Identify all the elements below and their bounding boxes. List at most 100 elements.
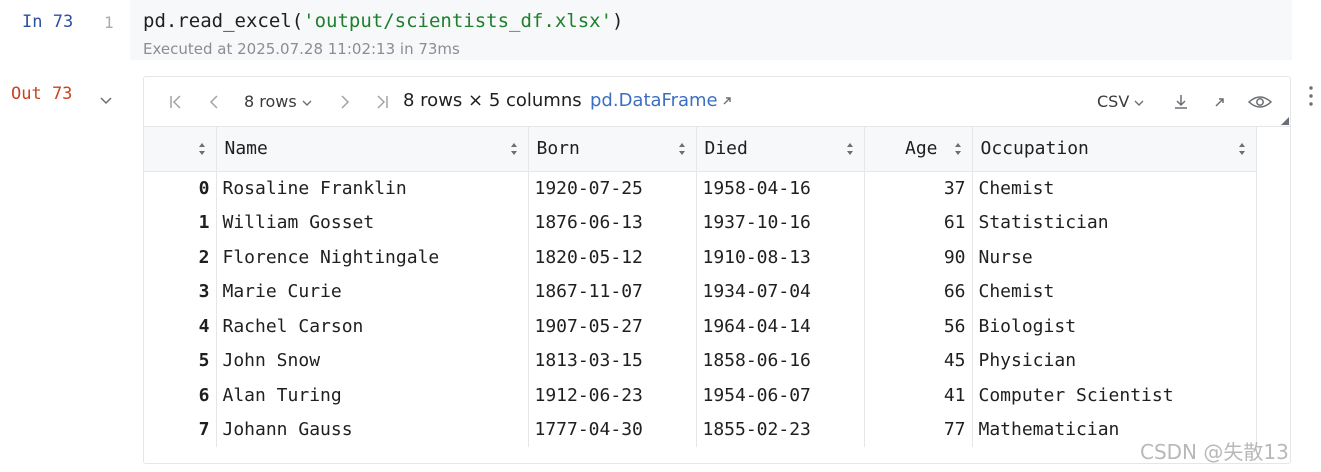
cell-occupation[interactable]: Nurse — [972, 240, 1257, 275]
dataframe-shape: 8 rows × 5 columns — [403, 90, 582, 111]
table-header-row: Name Born Died Age Occupation — [144, 127, 1257, 172]
cell-name[interactable]: Florence Nightingale — [216, 240, 529, 275]
input-cell-label: In 73 — [22, 12, 74, 32]
cell-occupation[interactable]: Physician — [972, 343, 1257, 378]
table-row: 6 Alan Turing 1912-06-23 1954-06-07 41 Comput… — [144, 378, 1257, 413]
row-index: 0 — [144, 171, 217, 206]
execution-info: Executed at 2025.07.28 11:02:13 in 73ms — [143, 40, 460, 58]
table-row: 3 Marie Curie 1867-11-07 1934-07-04 66 Chemis… — [144, 274, 1257, 309]
next-page-icon[interactable] — [335, 92, 355, 112]
column-header-occupation[interactable]: Occupation — [972, 127, 1257, 172]
cell-name[interactable]: William Gosset — [216, 205, 529, 240]
collapse-output-chevron-icon[interactable] — [98, 92, 114, 108]
cell-born[interactable]: 1912-06-23 — [528, 378, 697, 413]
table-row: 7 Johann Gauss 1777-04-30 1855-02-23 77 Mathe… — [144, 412, 1257, 447]
rows-per-page-value: 8 rows — [244, 92, 297, 111]
cell-died[interactable]: 1934-07-04 — [696, 274, 865, 309]
code-suffix: ) — [612, 10, 624, 32]
column-header-index[interactable] — [144, 127, 217, 172]
cell-age[interactable]: 90 — [864, 240, 973, 275]
line-number: 1 — [104, 13, 114, 32]
export-format-select[interactable]: CSV — [1097, 92, 1145, 111]
expand-output-icon[interactable] — [1210, 92, 1230, 112]
row-index: 3 — [144, 274, 217, 309]
sort-icon[interactable] — [954, 142, 962, 156]
open-external-arrow-icon — [723, 97, 731, 105]
cell-age[interactable]: 56 — [864, 309, 973, 344]
cell-born[interactable]: 1820-05-12 — [528, 240, 697, 275]
sort-icon[interactable] — [510, 142, 518, 156]
cell-name[interactable]: Johann Gauss — [216, 412, 529, 447]
cell-name[interactable]: John Snow — [216, 343, 529, 378]
table-row: 0 Rosaline Franklin 1920-07-25 1958-04-16 37… — [144, 171, 1257, 206]
cell-occupation[interactable]: Biologist — [972, 309, 1257, 344]
cell-age[interactable]: 61 — [864, 205, 973, 240]
cell-name[interactable]: Marie Curie — [216, 274, 529, 309]
cell-age[interactable]: 45 — [864, 343, 973, 378]
more-options-icon[interactable] — [1306, 84, 1316, 108]
dataframe-table: Name Born Died Age Occupation 0 Rosaline … — [144, 127, 1257, 447]
cell-age[interactable]: 66 — [864, 274, 973, 309]
cell-died[interactable]: 1937-10-16 — [696, 205, 865, 240]
sort-icon[interactable] — [1238, 142, 1246, 156]
column-header-died[interactable]: Died — [696, 127, 865, 172]
cell-name[interactable]: Alan Turing — [216, 378, 529, 413]
table-row: 1 William Gosset 1876-06-13 1937-10-16 61 Sta… — [144, 205, 1257, 240]
cell-died[interactable]: 1858-06-16 — [696, 343, 865, 378]
first-page-icon[interactable] — [166, 92, 186, 112]
cell-born[interactable]: 1876-06-13 — [528, 205, 697, 240]
watermark: CSDN @失散13 — [1140, 440, 1289, 464]
cell-died[interactable]: 1855-02-23 — [696, 412, 865, 447]
code-line[interactable]: pd.read_excel('output/scientists_df.xlsx… — [143, 10, 623, 32]
row-index: 1 — [144, 205, 217, 240]
row-index: 2 — [144, 240, 217, 275]
row-index: 4 — [144, 309, 217, 344]
table-row: 2 Florence Nightingale 1820-05-12 1910-08-1… — [144, 240, 1257, 275]
code-cell-input[interactable]: pd.read_excel('output/scientists_df.xlsx… — [130, 0, 1292, 60]
rows-per-page-select[interactable]: 8 rows — [244, 92, 313, 111]
cell-died[interactable]: 1958-04-16 — [696, 171, 865, 206]
cell-age[interactable]: 77 — [864, 412, 973, 447]
output-cell-label: Out 73 — [11, 84, 73, 104]
cell-age[interactable]: 37 — [864, 171, 973, 206]
table-row: 5 John Snow 1813-03-15 1858-06-16 45 Physicia… — [144, 343, 1257, 378]
cell-born[interactable]: 1813-03-15 — [528, 343, 697, 378]
code-prefix: pd.read_excel( — [143, 10, 304, 32]
cell-died[interactable]: 1910-08-13 — [696, 240, 865, 275]
row-index: 6 — [144, 378, 217, 413]
cell-died[interactable]: 1954-06-07 — [696, 378, 865, 413]
column-header-born[interactable]: Born — [528, 127, 697, 172]
row-index: 5 — [144, 343, 217, 378]
cell-died[interactable]: 1964-04-14 — [696, 309, 865, 344]
table-row: 4 Rachel Carson 1907-05-27 1964-04-14 56 Biol… — [144, 309, 1257, 344]
cell-born[interactable]: 1907-05-27 — [528, 309, 697, 344]
cell-age[interactable]: 41 — [864, 378, 973, 413]
chevron-down-icon — [302, 100, 312, 106]
chevron-down-icon — [1134, 100, 1144, 106]
code-string-literal: 'output/scientists_df.xlsx' — [303, 10, 613, 32]
cell-name[interactable]: Rosaline Franklin — [216, 171, 529, 206]
previous-page-icon[interactable] — [204, 92, 224, 112]
cell-name[interactable]: Rachel Carson — [216, 309, 529, 344]
dataframe-type-link[interactable]: pd.DataFrame — [590, 90, 734, 111]
dataframe-toolbar: 8 rows 8 rows × 5 columns pd.DataFrame C… — [144, 77, 1290, 127]
visibility-eye-icon[interactable] — [1247, 92, 1273, 112]
last-page-icon[interactable] — [372, 92, 392, 112]
cell-occupation[interactable]: Chemist — [972, 274, 1257, 309]
cell-occupation[interactable]: Chemist — [972, 171, 1257, 206]
cell-born[interactable]: 1777-04-30 — [528, 412, 697, 447]
dataframe-type-label: pd.DataFrame — [590, 90, 718, 111]
sort-icon[interactable] — [846, 142, 854, 156]
resize-corner-icon[interactable] — [1281, 117, 1289, 125]
export-format-value: CSV — [1097, 92, 1130, 111]
cell-born[interactable]: 1867-11-07 — [528, 274, 697, 309]
column-header-age[interactable]: Age — [864, 127, 973, 172]
download-icon[interactable] — [1171, 92, 1191, 112]
cell-occupation[interactable]: Statistician — [972, 205, 1257, 240]
column-header-name[interactable]: Name — [216, 127, 529, 172]
sort-icon[interactable] — [198, 142, 206, 156]
cell-occupation[interactable]: Computer Scientist — [972, 378, 1257, 413]
cell-born[interactable]: 1920-07-25 — [528, 171, 697, 206]
row-index: 7 — [144, 412, 217, 447]
sort-icon[interactable] — [678, 142, 686, 156]
